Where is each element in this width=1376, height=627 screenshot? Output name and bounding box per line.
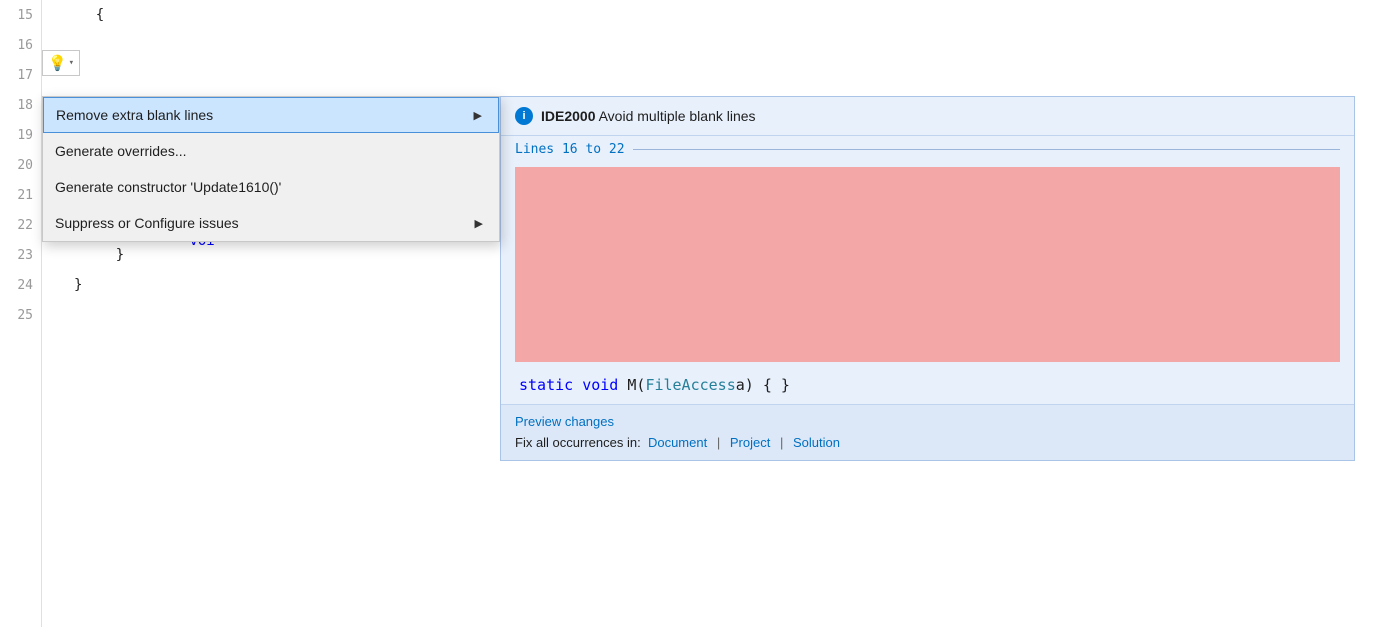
preview-param: a) { } [736,376,790,394]
preview-title-text: Avoid multiple blank lines [595,108,755,124]
preview-kw-void: void [582,376,618,394]
line-numbers: 15 16 17 18 19 20 21 22 23 24 25 [0,0,42,627]
menu-item-label-suppress-configure: Suppress or Configure issues [55,215,475,231]
fix-prefix: Fix all occurrences in: [515,435,641,450]
fix-line: Fix all occurrences in: Document | Proje… [515,435,1340,450]
preview-footer: Preview changes Fix all occurrences in: … [501,404,1354,460]
preview-title: IDE2000 Avoid multiple blank lines [541,108,756,124]
separator-2: | [780,435,783,450]
preview-panel: i IDE2000 Avoid multiple blank lines Lin… [500,96,1355,461]
line-num-22: 22 [0,210,41,240]
menu-item-label-remove-blank-lines: Remove extra blank lines [56,107,474,123]
line-num-17: 17 [0,60,41,90]
preview-code-area [501,167,1354,362]
preview-changes-link[interactable]: Preview changes [515,414,614,429]
editor-area: 15 16 17 18 19 20 21 22 23 24 25 { stati… [0,0,1376,627]
menu-item-remove-blank-lines[interactable]: Remove extra blank lines ▶ [43,97,499,133]
line-num-25: 25 [0,300,41,330]
preview-code-line: static void M(FileAccess a) { } [501,366,1354,404]
preview-header: i IDE2000 Avoid multiple blank lines [501,97,1354,136]
lines-label-text: Lines 16 to 22 [515,142,625,157]
preview-type-fileaccess: FileAccess [645,376,735,394]
lines-separator [633,149,1340,150]
line-num-21: 21 [0,180,41,210]
menu-item-suppress-configure[interactable]: Suppress or Configure issues ▶ [43,205,499,241]
menu-arrow-suppress-configure: ▶ [475,217,483,230]
menu-arrow-remove-blank-lines: ▶ [474,109,482,122]
preview-kw-static: static [519,376,573,394]
fix-project-link[interactable]: Project [730,435,770,450]
fix-solution-link[interactable]: Solution [793,435,840,450]
context-menu: Remove extra blank lines ▶ Generate over… [42,96,500,242]
line-num-18: 18 [0,90,41,120]
code-content-15: { [62,7,104,23]
dropdown-arrow-icon: ▾ [69,58,74,68]
removed-lines-block [515,167,1340,362]
lightbulb-icon: 💡 [48,54,67,73]
separator-1: | [717,435,720,450]
info-icon: i [515,107,533,125]
menu-item-label-generate-constructor: Generate constructor 'Update1610()' [55,179,483,195]
line-num-24: 24 [0,270,41,300]
line-num-16: 16 [0,30,41,60]
line-num-15: 15 [0,0,41,30]
preview-method-name: M( [627,376,645,394]
lines-label: Lines 16 to 22 [501,136,1354,163]
menu-item-generate-constructor[interactable]: Generate constructor 'Update1610()' [43,169,499,205]
menu-item-label-generate-overrides: Generate overrides... [55,143,483,159]
line-num-20: 20 [0,150,41,180]
code-line-15: { [62,0,1376,30]
code-line-16 [62,30,1376,60]
line-num-19: 19 [0,120,41,150]
code-line-17 [62,60,1376,90]
line-num-23: 23 [0,240,41,270]
menu-item-generate-overrides[interactable]: Generate overrides... [43,133,499,169]
preview-title-code: IDE2000 [541,108,595,124]
fix-document-link[interactable]: Document [648,435,707,450]
lightbulb-button[interactable]: 💡 ▾ [42,50,80,76]
